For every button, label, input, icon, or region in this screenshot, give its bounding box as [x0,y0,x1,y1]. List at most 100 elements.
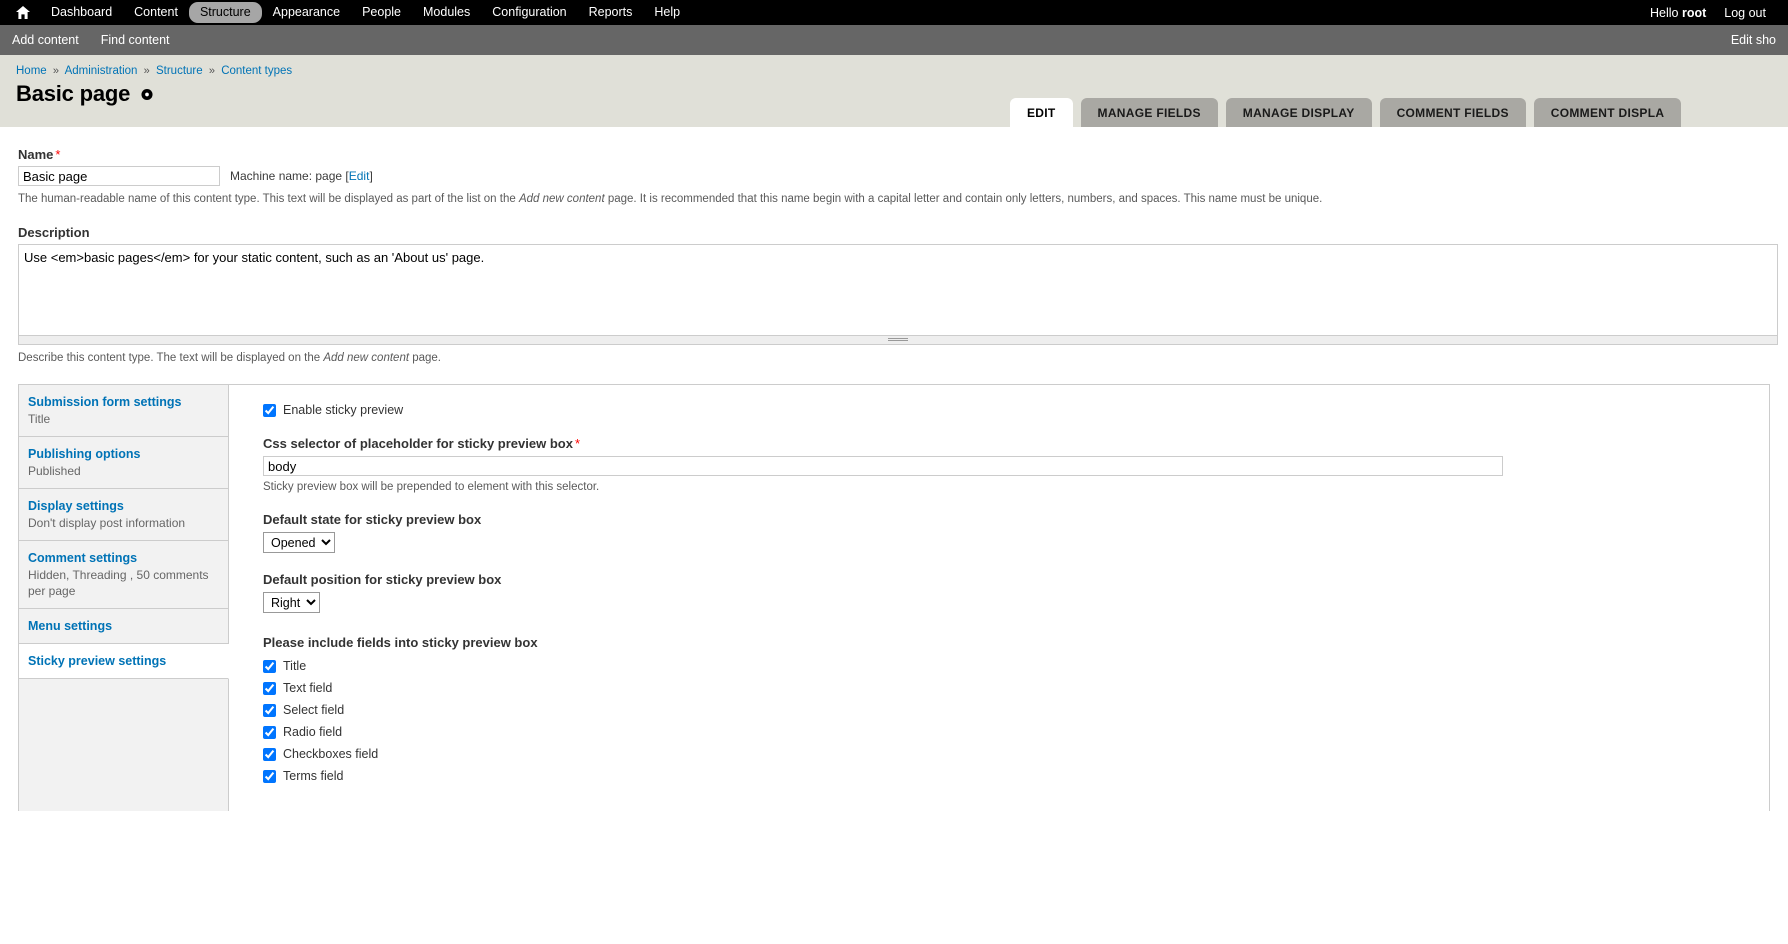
tab-edit[interactable]: EDIT [1010,98,1073,127]
vtab-summary: Published [28,464,81,478]
toolbar-item-appearance[interactable]: Appearance [262,2,351,23]
required-marker: * [55,147,61,162]
description-textarea[interactable]: Use <em>basic pages</em> for your static… [18,244,1778,336]
tab-comment-display[interactable]: COMMENT DISPLA [1533,98,1682,127]
vtab-title: Display settings [28,499,124,513]
css-selector-help: Sticky preview box will be prepended to … [263,481,600,493]
required-marker: * [574,436,581,451]
main-content: Name* Machine name: page [Edit] The huma… [0,127,1788,811]
field-checkboxes-label: Checkboxes field [283,747,379,761]
breadcrumb-administration[interactable]: Administration [65,65,138,77]
toolbar-user-area: Hello root Log out [1650,6,1776,20]
field-checkbox-row: Radio field [263,725,1769,739]
shortcut-find-content[interactable]: Find content [101,33,170,47]
gear-icon[interactable] [141,88,153,100]
toolbar-nav: Dashboard Content Structure Appearance P… [12,0,691,25]
vtab-sticky-preview-settings[interactable]: Sticky preview settings [19,644,229,679]
description-help-part2: page. [409,352,442,364]
edit-shortcuts-link[interactable]: Edit sho [1731,33,1776,47]
toolbar-item-reports[interactable]: Reports [578,2,644,23]
name-help-text: The human-readable name of this content … [18,192,1770,207]
default-state-select[interactable]: Opened Closed [263,532,335,553]
tab-comment-fields[interactable]: COMMENT FIELDS [1379,98,1526,127]
description-help-text: Describe this content type. The text wil… [18,351,1770,366]
breadcrumb: Home » Administration » Structure » Cont… [0,65,1788,77]
shortcut-add-content[interactable]: Add content [12,33,79,47]
breadcrumb-home[interactable]: Home [16,65,47,77]
vtab-summary: Hidden, Threading , 50 comments per page [28,568,209,598]
field-terms-checkbox[interactable] [263,769,276,783]
field-radio-checkbox[interactable] [263,725,276,739]
shortcut-bar: Add content Find content Edit sho [0,25,1788,55]
vertical-tabs: Submission form settings Title Publishin… [18,384,1770,811]
enable-sticky-preview-label: Enable sticky preview [283,403,404,417]
username: root [1681,5,1707,20]
field-checkbox-row: Select field [263,703,1769,717]
vtab-submission-form-settings[interactable]: Submission form settings Title [19,385,228,437]
tab-manage-display[interactable]: MANAGE DISPLAY [1225,98,1372,127]
tab-manage-fields[interactable]: MANAGE FIELDS [1080,98,1218,127]
field-title-label: Title [283,659,307,673]
description-field-block: Description Use <em>basic pages</em> for… [18,225,1778,366]
name-label: Name * [18,147,1770,162]
grippie-lines-icon [888,338,908,342]
include-fields-label: Please include fields into sticky previe… [263,635,538,650]
enable-sticky-preview-checkbox[interactable] [263,403,276,417]
breadcrumb-content-types[interactable]: Content types [221,65,292,77]
toolbar-item-structure[interactable]: Structure [188,2,262,23]
vtab-display-settings[interactable]: Display settings Don't display post info… [19,489,228,541]
vtab-title: Comment settings [28,551,138,565]
name-help-emphasis: Add new content [518,193,605,205]
toolbar-item-help[interactable]: Help [643,2,691,23]
vtab-summary: Don't display post information [28,516,186,530]
field-checkbox-row: Text field [263,681,1769,695]
name-help-part1: The human-readable name of this content … [18,193,519,205]
field-title-checkbox[interactable] [263,659,276,673]
description-help-emphasis: Add new content [323,352,410,364]
admin-toolbar: Dashboard Content Structure Appearance P… [0,0,1788,25]
field-terms-label: Terms field [283,769,344,783]
name-label-text: Name [18,147,54,162]
machine-name: Machine name: page [Edit] [230,169,373,183]
page-header: Home » Administration » Structure » Cont… [0,55,1788,127]
breadcrumb-separator: » [208,65,215,77]
toolbar-item-configuration[interactable]: Configuration [481,2,577,23]
primary-tabs: EDIT MANAGE FIELDS MANAGE DISPLAY COMMEN… [1010,98,1682,127]
greeting-prefix: Hello [1650,5,1682,20]
toolbar-item-content[interactable]: Content [123,2,189,23]
vtab-title: Submission form settings [28,395,182,409]
vtab-title: Publishing options [28,447,141,461]
field-checkbox-row: Checkboxes field [263,747,1769,761]
logout-link[interactable]: Log out [1724,6,1766,20]
breadcrumb-structure[interactable]: Structure [156,65,203,77]
field-select-checkbox[interactable] [263,703,276,717]
home-icon[interactable] [12,0,34,25]
vtab-summary: Title [28,412,51,426]
toolbar-item-people[interactable]: People [351,2,412,23]
vtab-menu-settings[interactable]: Menu settings [19,609,228,644]
machine-name-edit-link[interactable]: Edit [349,169,370,183]
name-help-part2: page. It is recommended that this name b… [604,193,1323,205]
toolbar-item-modules[interactable]: Modules [412,2,481,23]
user-greeting: Hello root [1650,6,1706,20]
default-position-label: Default position for sticky preview box [263,572,502,587]
page-title: Basic page [16,81,131,106]
name-input[interactable] [18,166,220,186]
field-checkboxes-checkbox[interactable] [263,747,276,761]
field-select-label: Select field [283,703,345,717]
field-text-checkbox[interactable] [263,681,276,695]
field-checkbox-row: Title [263,659,1769,673]
textarea-grippie[interactable] [18,336,1778,345]
machine-name-text: Machine name: page [ [230,169,349,183]
vtab-publishing-options[interactable]: Publishing options Published [19,437,228,489]
vtab-title: Sticky preview settings [28,654,167,668]
breadcrumb-separator: » [52,65,60,77]
vertical-tabs-menu: Submission form settings Title Publishin… [19,385,229,811]
css-selector-input[interactable] [263,456,1503,476]
name-field-block: Name* Machine name: page [Edit] The huma… [18,147,1770,207]
default-position-select[interactable]: Right Left [263,592,320,613]
toolbar-item-dashboard[interactable]: Dashboard [40,2,123,23]
machine-name-suffix: ] [369,169,373,183]
vtab-comment-settings[interactable]: Comment settings Hidden, Threading , 50 … [19,541,228,609]
sticky-preview-settings-pane: Enable sticky preview Css selector of pl… [229,385,1769,811]
